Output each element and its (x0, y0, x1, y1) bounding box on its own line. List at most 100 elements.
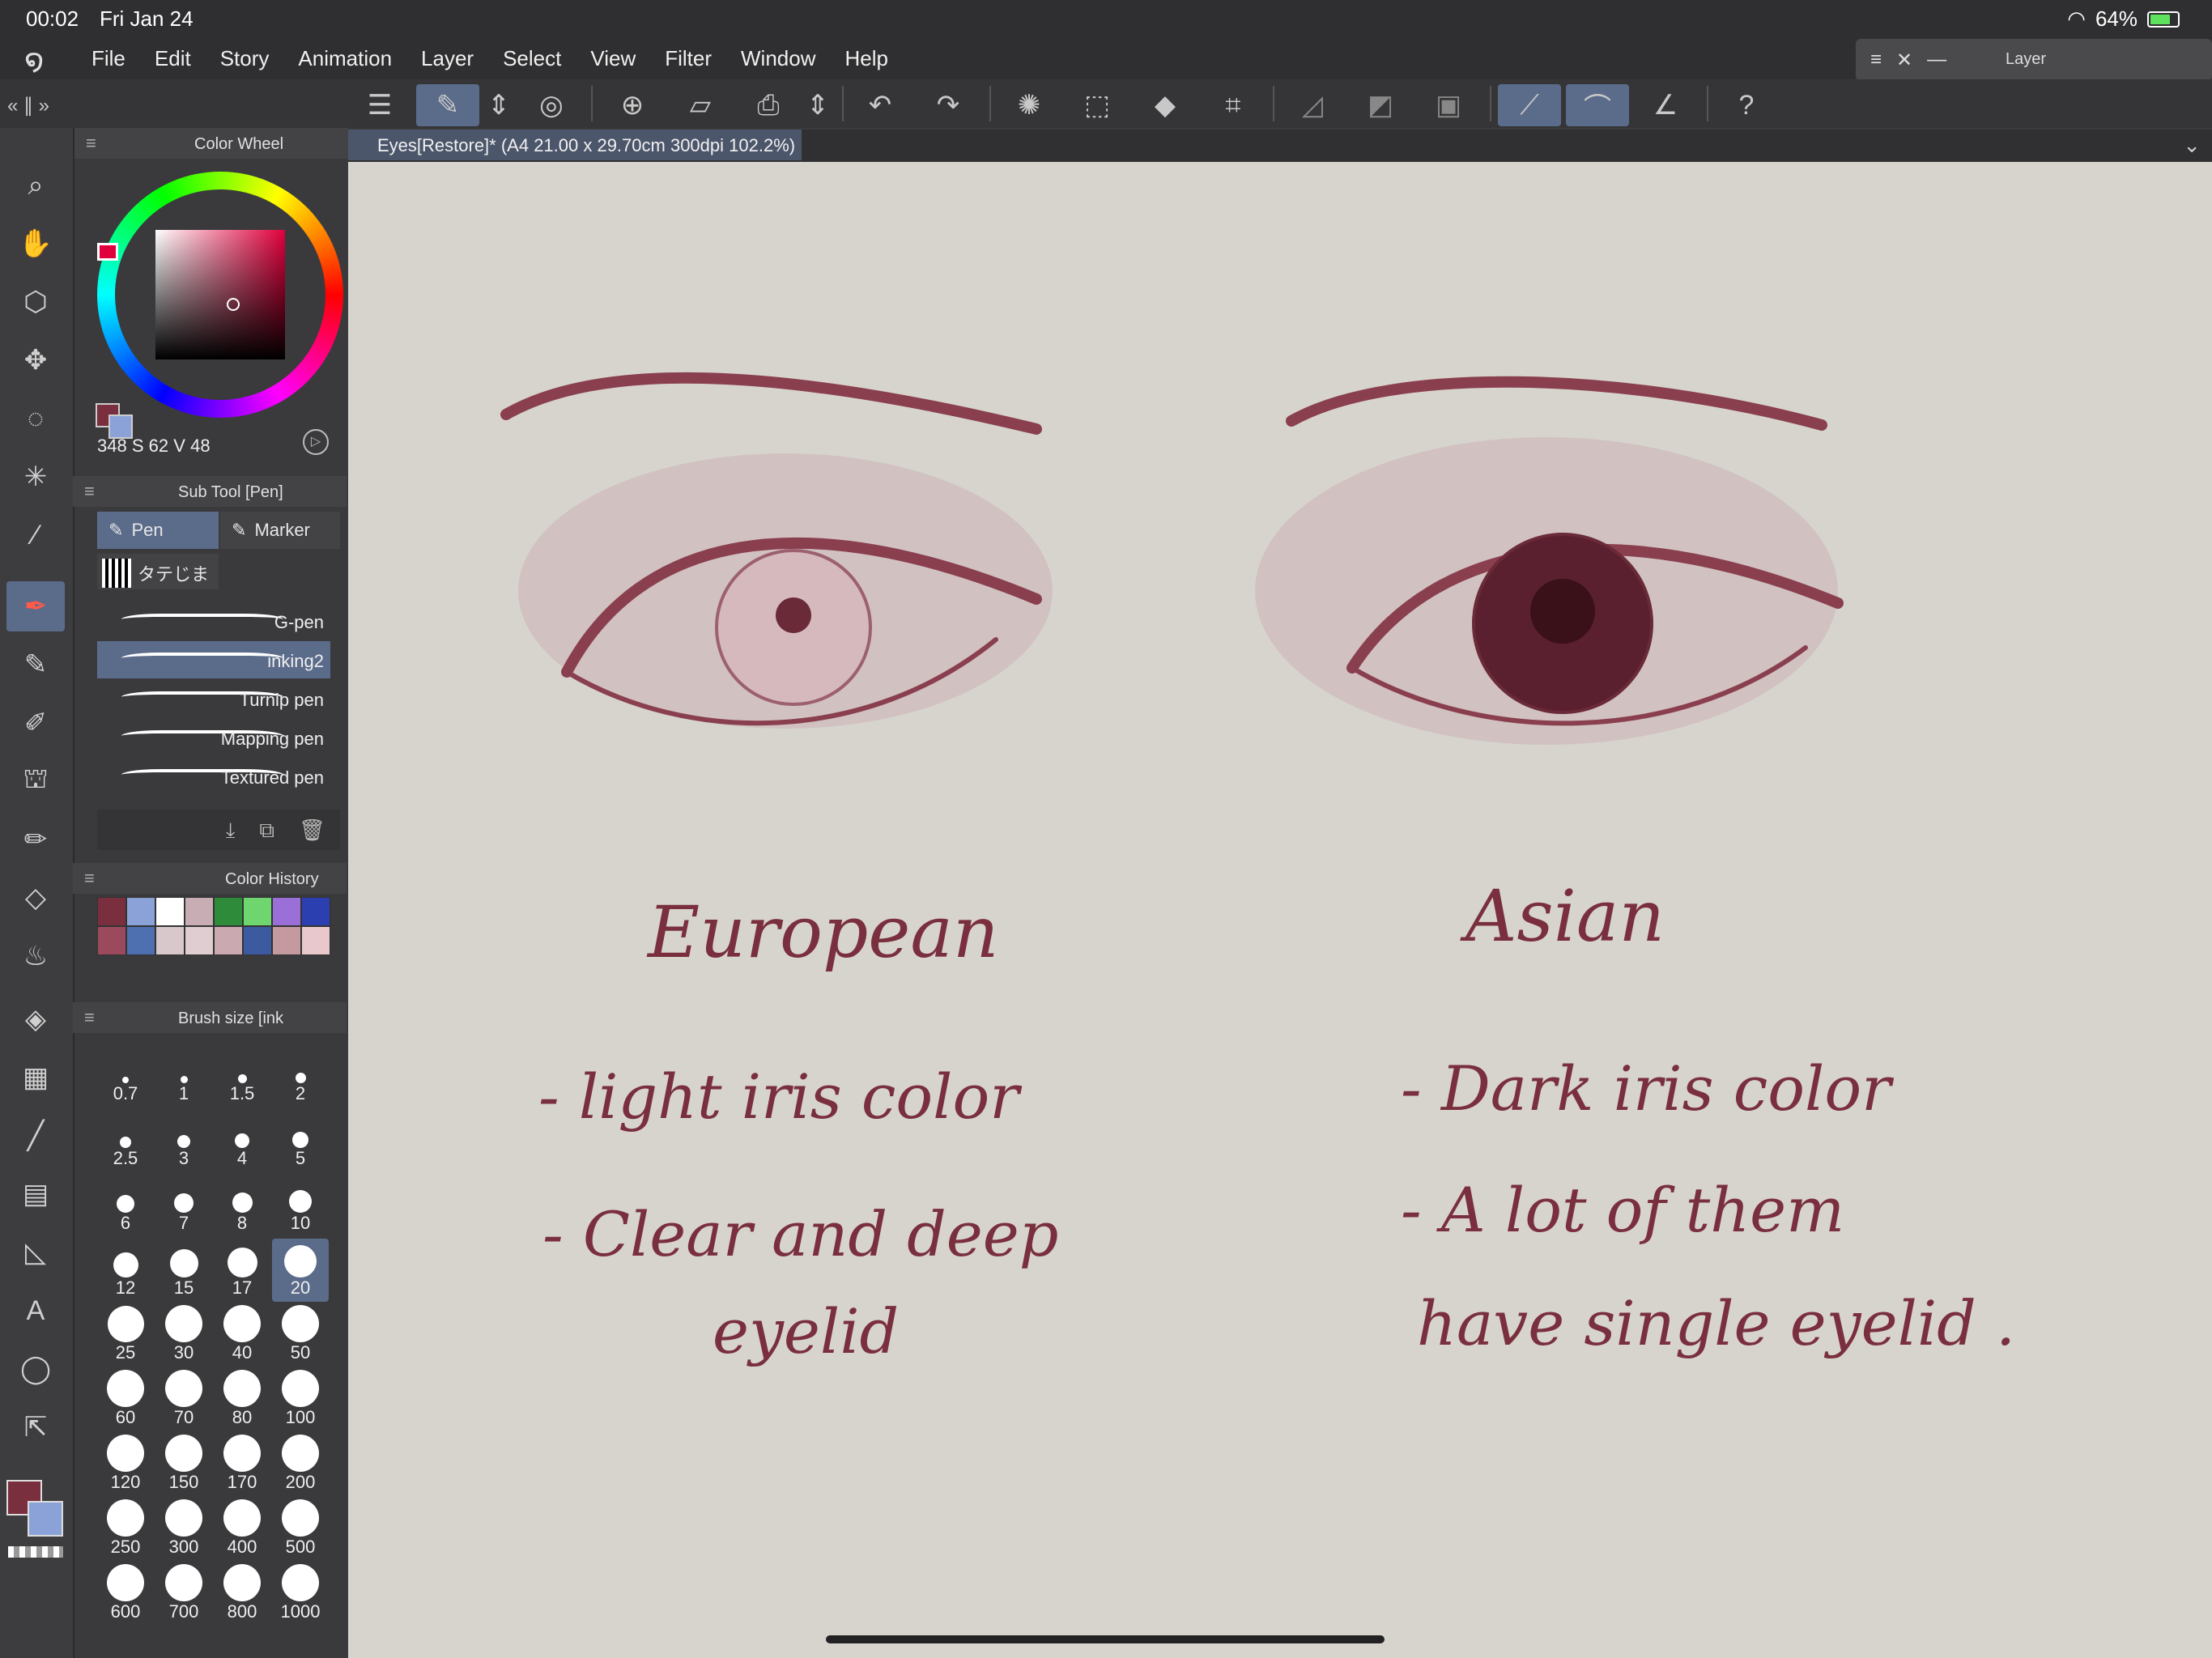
app-logo-icon[interactable]: ໑ (24, 42, 44, 79)
loading-icon[interactable]: ✺ (998, 84, 1061, 126)
subtool-tab-marker[interactable]: ✎ Marker (220, 512, 340, 549)
updown-icon[interactable]: ⇕ (798, 84, 837, 126)
menu-help[interactable]: Help (845, 46, 888, 71)
clear-selection-icon[interactable]: ⬚ (1066, 84, 1129, 126)
menu-animation[interactable]: Animation (298, 46, 392, 71)
frame-icon[interactable]: ▣ (1417, 84, 1480, 126)
menu-window[interactable]: Window (741, 46, 815, 71)
v-value[interactable]: 48 (190, 436, 210, 456)
color-history-swatch[interactable] (272, 926, 301, 955)
color-history-swatch[interactable] (243, 897, 272, 926)
brush-size-30[interactable]: 30 (155, 1303, 212, 1367)
canvas-tab[interactable]: Eyes[Restore]* (A4 21.00 x 29.70cm 300dp… (348, 130, 802, 160)
brush-size-12[interactable]: 12 (97, 1239, 154, 1302)
magic-wand-icon[interactable]: ✳ (6, 452, 65, 502)
brush-size-100[interactable]: 100 (272, 1368, 329, 1431)
eyedropper-icon[interactable]: ⁄ (6, 510, 65, 560)
layer-floating-window[interactable]: ≡ ✕ — Layer (1856, 39, 2212, 81)
menu-filter[interactable]: Filter (665, 46, 712, 71)
color-history-swatch[interactable] (126, 926, 155, 955)
gradient-tool-icon[interactable]: ▦ (6, 1052, 65, 1103)
brush-size-700[interactable]: 700 (155, 1562, 212, 1626)
brush-mapping-pen[interactable]: Mapping pen (97, 719, 330, 756)
brush-size-3[interactable]: 3 (155, 1109, 212, 1172)
brush-size-120[interactable]: 120 (97, 1433, 154, 1496)
s-value[interactable]: 62 (149, 436, 168, 456)
trash-icon[interactable]: 🗑 (299, 818, 325, 850)
brush-size-170[interactable]: 170 (214, 1433, 270, 1496)
brush-size-5[interactable]: 5 (272, 1109, 329, 1172)
brush-record-icon[interactable]: ◎ (520, 84, 583, 126)
zoom-icon[interactable]: ⌕ (6, 160, 65, 210)
brush-textured-pen[interactable]: Textured pen (97, 758, 330, 795)
brush-size-2[interactable]: 2 (272, 1044, 329, 1107)
menu-story[interactable]: Story (220, 46, 270, 71)
saturation-value-square[interactable] (155, 230, 285, 359)
frame-border-icon[interactable]: ▤ (6, 1169, 65, 1219)
snap-curve-icon[interactable]: ⌒ (1566, 84, 1629, 126)
brush-size-7[interactable]: 7 (155, 1174, 212, 1237)
minimize-icon[interactable]: — (1927, 49, 1946, 72)
color-history-swatch[interactable] (126, 897, 155, 926)
menu-view[interactable]: View (590, 46, 636, 71)
brush-size-80[interactable]: 80 (214, 1368, 270, 1431)
brush-size-15[interactable]: 15 (155, 1239, 212, 1302)
color-history-swatch[interactable] (243, 926, 272, 955)
pencil-icon[interactable]: ✎ (6, 640, 65, 690)
brush-size-10[interactable]: 10 (272, 1174, 329, 1237)
panel-menu-icon[interactable]: ≡ (84, 868, 95, 889)
brush-size-250[interactable]: 250 (97, 1498, 154, 1561)
3d-object-icon[interactable]: ⬡ (6, 277, 65, 327)
ruler-icon[interactable]: ◿ (1281, 84, 1344, 126)
airbrush-icon[interactable]: ⛫ (6, 756, 65, 806)
menu-file[interactable]: File (91, 46, 125, 71)
sub-color-swatch[interactable] (28, 1501, 63, 1537)
panel-menu-icon[interactable]: ≡ (86, 133, 96, 154)
h-value[interactable]: 348 (97, 436, 127, 456)
duplicate-icon[interactable]: ⧉ (259, 818, 274, 850)
brush-size-150[interactable]: 150 (155, 1433, 212, 1496)
hue-marker[interactable] (97, 243, 118, 261)
updown-icon[interactable]: ⇕ (479, 84, 518, 126)
brush-inking2[interactable]: inking2 (97, 641, 330, 678)
brush-size-4[interactable]: 4 (214, 1109, 270, 1172)
brush-size-17[interactable]: 17 (214, 1239, 270, 1302)
color-history-swatch[interactable] (214, 897, 243, 926)
snap-ruler-icon[interactable]: ⟋ (1498, 84, 1561, 126)
fill-bucket-icon[interactable]: ◈ (6, 994, 65, 1044)
brush-size-600[interactable]: 600 (97, 1562, 154, 1626)
color-history-swatch[interactable] (155, 897, 185, 926)
undo-icon[interactable]: ↶ (849, 84, 912, 126)
brush-size-500[interactable]: 500 (272, 1498, 329, 1561)
balloon-icon[interactable]: ◯ (6, 1344, 65, 1394)
collapse-panels-icon[interactable]: « ∥ » (0, 84, 57, 126)
fill-icon[interactable]: ◆ (1134, 84, 1197, 126)
redo-icon[interactable]: ↷ (917, 84, 980, 126)
brush-turnip-pen[interactable]: Turnip pen (97, 680, 330, 717)
brush-size-1-5[interactable]: 1.5 (214, 1044, 270, 1107)
panel-menu-icon[interactable]: ≡ (84, 1007, 95, 1028)
color-history-swatch[interactable] (301, 926, 330, 955)
correct-line-icon[interactable]: ⇱ (6, 1402, 65, 1452)
brush-size-20[interactable]: 20 (272, 1239, 329, 1302)
brush-size-1000[interactable]: 1000 (272, 1562, 329, 1626)
gradient-icon[interactable]: ◩ (1349, 84, 1412, 126)
brush-size-25[interactable]: 25 (97, 1303, 154, 1367)
color-history-swatch[interactable] (97, 897, 126, 926)
brush-size-6[interactable]: 6 (97, 1174, 154, 1237)
brush-tool-toggle-icon[interactable]: ✎ (416, 84, 479, 126)
color-history-swatch[interactable] (185, 926, 214, 955)
brush-size-300[interactable]: 300 (155, 1498, 212, 1561)
home-indicator[interactable] (826, 1635, 1385, 1643)
transparent-color-icon[interactable] (8, 1546, 63, 1558)
brush-size-1[interactable]: 1 (155, 1044, 212, 1107)
eraser-icon[interactable]: ◇ (6, 873, 65, 923)
menu-layer[interactable]: Layer (421, 46, 474, 71)
new-file-icon[interactable]: ⊕ (601, 84, 664, 126)
download-icon[interactable]: ⤓ (226, 818, 236, 850)
blend-icon[interactable]: ♨ (6, 931, 65, 981)
hand-icon[interactable]: ✋ (6, 219, 65, 269)
hamburger-menu-icon[interactable]: ☰ (348, 84, 411, 126)
color-history-swatch[interactable] (97, 926, 126, 955)
brush-size-2-5[interactable]: 2.5 (97, 1109, 154, 1172)
